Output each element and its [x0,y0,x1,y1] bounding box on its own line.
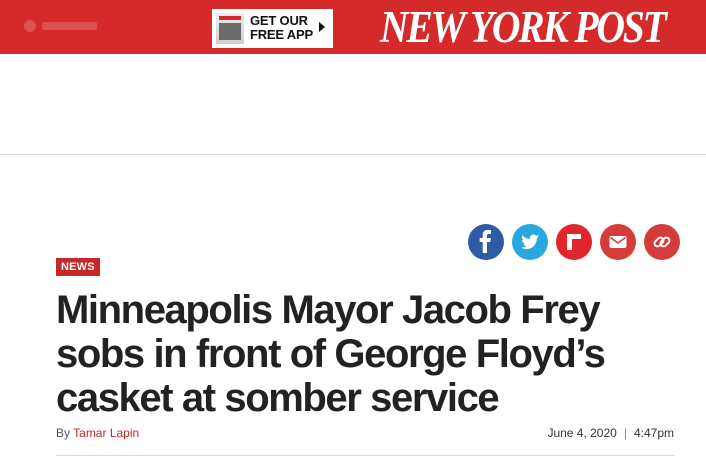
share-facebook-button[interactable] [468,224,504,260]
facebook-icon [479,230,491,253]
date-separator: | [623,426,627,440]
share-flipboard-button[interactable] [556,224,592,260]
play-arrow-icon [319,22,325,32]
link-icon [653,236,671,248]
share-twitter-button[interactable] [512,224,548,260]
share-link-button[interactable] [644,224,680,260]
author-link[interactable]: Tamar Lapin [73,426,139,440]
ad-divider [0,154,706,155]
publish-dateline: June 4, 2020 | 4:47pm [547,425,674,441]
get-app-label: GET OUR FREE APP [250,14,313,42]
byline-divider [56,455,674,456]
faint-logo-icon [24,20,97,32]
twitter-icon [521,234,539,250]
masthead-logo[interactable]: NEW YORK POST [380,3,667,51]
share-email-button[interactable] [600,224,636,260]
email-icon [609,236,627,248]
top-bar: GET OUR FREE APP NEW YORK POST [0,0,706,54]
flipboard-icon [567,234,581,250]
publish-time: 4:47pm [633,426,674,440]
article-headline: Minneapolis Mayor Jacob Frey sobs in fro… [56,288,606,420]
get-app-line2: FREE APP [250,27,313,42]
get-app-line1: GET OUR [250,13,308,28]
publish-date: June 4, 2020 [547,426,617,440]
byline: By Tamar Lapin [56,425,139,441]
byline-prefix: By [56,426,71,440]
app-thumbnail-icon [216,13,244,44]
get-app-button[interactable]: GET OUR FREE APP [212,9,333,48]
section-tag[interactable]: NEWS [56,258,100,276]
